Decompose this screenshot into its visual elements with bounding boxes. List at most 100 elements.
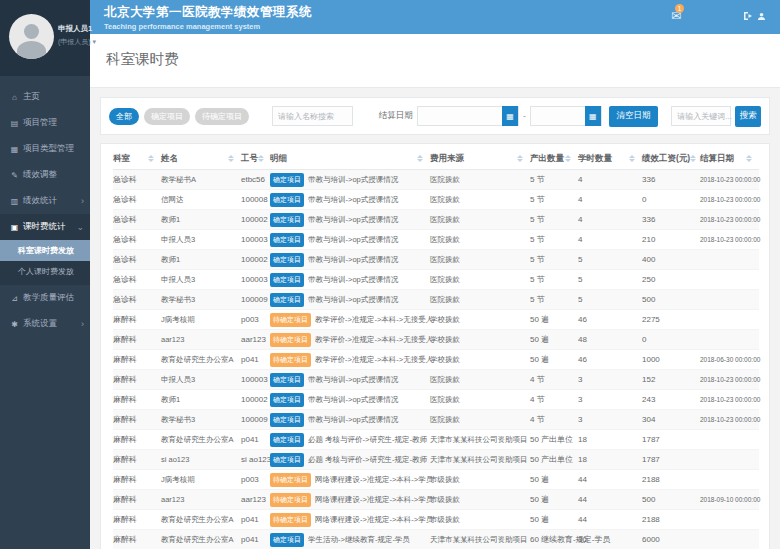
column-header-6[interactable]: 学时数量 xyxy=(578,153,642,165)
cell-code: etbc56 xyxy=(241,175,270,184)
cell-source: 市级拨款 xyxy=(430,515,530,525)
table-row[interactable]: 急诊科申报人员3100003确定项目带教与培训->op式授课情况医院拨款5 节4… xyxy=(113,230,759,250)
sidebar-item-label: 项目管理 xyxy=(23,117,57,129)
sidebar-item-3[interactable]: ✎绩效调整 xyxy=(0,162,90,188)
filter-pill-all[interactable]: 全部 xyxy=(109,108,139,125)
cell-output: 50 遍 xyxy=(530,314,578,325)
column-header-8[interactable]: 结算日期 xyxy=(700,153,759,165)
table-row[interactable]: 麻醉科教育处研究生办公室Ap041确定项目必题 考核与评价->研究生-规定-教师… xyxy=(113,430,759,450)
clear-date-button[interactable]: 清空日期 xyxy=(609,106,659,127)
sidebar-item-4[interactable]: ▥绩效统计› xyxy=(0,188,90,214)
cell-hours: 5 xyxy=(578,295,642,304)
message-icon[interactable]: ✉1 xyxy=(671,9,681,23)
column-header-3[interactable]: 明细 xyxy=(270,153,430,165)
calendar-icon[interactable]: ▦ xyxy=(502,106,518,126)
table-row[interactable]: 急诊科教学秘书Aetbc56确定项目带教与培训->op式授课情况医院拨款5 节4… xyxy=(113,170,759,190)
table-row[interactable]: 急诊科申报人员3100003确定项目带教与培训->op式授课情况医院拨款5 节5… xyxy=(113,270,759,290)
column-header-5[interactable]: 产出数量 xyxy=(530,153,578,165)
sidebar-item-1[interactable]: ▤项目管理 xyxy=(0,110,90,136)
sidebar-item-6[interactable]: ⊿教学质量评估 xyxy=(0,285,90,311)
date-to-input[interactable]: ▦ xyxy=(530,106,602,126)
column-header-4[interactable]: 费用来源 xyxy=(430,153,530,165)
date-from-input[interactable]: ▦ xyxy=(417,106,519,126)
sort-icon[interactable] xyxy=(690,155,696,162)
table-row[interactable]: 麻醉科教育处研究生办公室Ap041确定项目学生活动->继续教育-规定-学员天津市… xyxy=(113,530,759,549)
sort-icon[interactable] xyxy=(258,155,264,162)
search-button[interactable]: 搜索 xyxy=(735,106,761,127)
sidebar-item-5[interactable]: ▣课时费统计⌄ xyxy=(0,214,90,240)
sort-icon[interactable] xyxy=(746,155,752,162)
logout-icon[interactable] xyxy=(743,11,766,21)
status-badge: 确定项目 xyxy=(270,373,304,387)
cell-hours: 3 xyxy=(578,415,642,424)
sort-icon[interactable] xyxy=(629,155,635,162)
column-header-2[interactable]: 工号 xyxy=(241,153,270,165)
table-row[interactable]: 麻醉科si ao123si ao123确定项目必题 考核与评价->研究生-规定-… xyxy=(113,450,759,470)
cell-code: 100008 xyxy=(241,195,270,204)
cell-name: 教师1 xyxy=(161,215,241,225)
submenu-item-1[interactable]: 个人课时费发放 xyxy=(0,261,90,282)
chart-icon: ▥ xyxy=(9,197,20,206)
file-icon: ▤ xyxy=(9,119,20,128)
cell-source: 医院拨款 xyxy=(430,195,530,205)
keyword-input[interactable]: 请输入关键词... xyxy=(671,106,731,126)
cell-output: 5 节 xyxy=(530,254,578,265)
table-header-row: 科室姓名工号明细费用来源产出数量学时数量绩效工资(元)结算日期 xyxy=(113,148,759,170)
cell-hours: 44 xyxy=(578,475,642,484)
user-role[interactable]: (申报人员) ▾ xyxy=(58,36,96,48)
sort-icon[interactable] xyxy=(565,155,571,162)
cell-pay: 2275 xyxy=(642,315,700,324)
calendar-icon[interactable]: ▦ xyxy=(585,106,601,126)
table-row[interactable]: 急诊科教师1100002确定项目带教与培训->op式授课情况医院拨款5 节540… xyxy=(113,250,759,270)
status-badge: 确定项目 xyxy=(270,273,304,287)
sort-icon[interactable] xyxy=(148,155,154,162)
cell-pay: 336 xyxy=(642,215,700,224)
cell-pay: 2188 xyxy=(642,515,700,524)
cell-pay: 6000 xyxy=(642,535,700,544)
cell-output: 5 节 xyxy=(530,274,578,285)
submenu-item-0[interactable]: 科室课时费发放 xyxy=(0,240,90,261)
table-row[interactable]: 麻醉科J病考核期p003待确定项目网络课程建设->准规定->本科->学员市级拨款… xyxy=(113,470,759,490)
sidebar-item-2[interactable]: ▦项目类型管理 xyxy=(0,136,90,162)
column-header-0[interactable]: 科室 xyxy=(113,153,161,165)
table-row[interactable]: 麻醉科教育处研究生办公室Ap041待确定项目网络课程建设->准规定->本科->学… xyxy=(113,510,759,530)
cell-dept: 急诊科 xyxy=(113,294,161,305)
table-row[interactable]: 麻醉科教育处研究生办公室Ap041待确定项目教学评价->准规定->本科->无接受… xyxy=(113,350,759,370)
table-row[interactable]: 麻醉科教师1100002确定项目带教与培训->op式授课情况医院拨款4 节324… xyxy=(113,390,759,410)
name-search-input[interactable]: 请输入名称搜索 xyxy=(272,106,353,126)
status-badge: 确定项目 xyxy=(270,453,304,467)
cell-source: 学校拨款 xyxy=(430,335,530,345)
filter-pill-unconfirmed[interactable]: 待确定项目 xyxy=(195,108,249,125)
cell-dept: 急诊科 xyxy=(113,214,161,225)
cell-hours: 18 xyxy=(578,455,642,464)
cell-name: 教师1 xyxy=(161,395,241,405)
avatar[interactable] xyxy=(9,14,54,59)
table-row[interactable]: 麻醉科aar123aar123待确定项目网络课程建设->准规定->本科->学员市… xyxy=(113,490,759,510)
sort-icon[interactable] xyxy=(228,155,234,162)
status-badge: 待确定项目 xyxy=(270,493,311,507)
cell-detail: 确定项目带教与培训->op式授课情况 xyxy=(270,413,430,427)
cell-source: 市级拨款 xyxy=(430,475,530,485)
table-row[interactable]: 麻醉科申报人员3100003确定项目带教与培训->op式授课情况医院拨款4 节3… xyxy=(113,370,759,390)
table-row[interactable]: 急诊科教学秘书3100009确定项目带教与培训->op式授课情况医院拨款5 节5… xyxy=(113,290,759,310)
cell-source: 医院拨款 xyxy=(430,415,530,425)
column-header-1[interactable]: 姓名 xyxy=(161,153,241,165)
cell-output: 5 节 xyxy=(530,194,578,205)
table-row[interactable]: 麻醉科J病考核期p003待确定项目教学评价->准规定->本科->无接受人学校拨款… xyxy=(113,310,759,330)
table-row[interactable]: 急诊科信网达100008确定项目带教与培训->op式授课情况医院拨款5 节402… xyxy=(113,190,759,210)
sort-icon[interactable] xyxy=(417,155,423,162)
table-row[interactable]: 麻醉科教学秘书3100009确定项目带教与培训->op式授课情况医院拨款4 节3… xyxy=(113,410,759,430)
sidebar-item-7[interactable]: ✱系统设置› xyxy=(0,311,90,337)
cell-source: 学校拨款 xyxy=(430,315,530,325)
filter-pill-confirmed[interactable]: 确定项目 xyxy=(144,108,190,125)
table-row[interactable]: 麻醉科aar123aar123待确定项目教学评价->准规定->本科->无接受人学… xyxy=(113,330,759,350)
sidebar-item-0[interactable]: ⌂主页 xyxy=(0,84,90,110)
table-row[interactable]: 急诊科教师1100002确定项目带教与培训->op式授课情况医院拨款5 节433… xyxy=(113,210,759,230)
cell-pay: 1000 xyxy=(642,355,700,364)
sort-icon[interactable] xyxy=(517,155,523,162)
cell-date: 2018-10-23 00:00:00 xyxy=(700,416,760,423)
column-header-7[interactable]: 绩效工资(元) xyxy=(642,153,700,165)
cell-output: 4 节 xyxy=(530,414,578,425)
cell-detail: 确定项目带教与培训->op式授课情况 xyxy=(270,233,430,247)
status-badge: 待确定项目 xyxy=(270,473,311,487)
